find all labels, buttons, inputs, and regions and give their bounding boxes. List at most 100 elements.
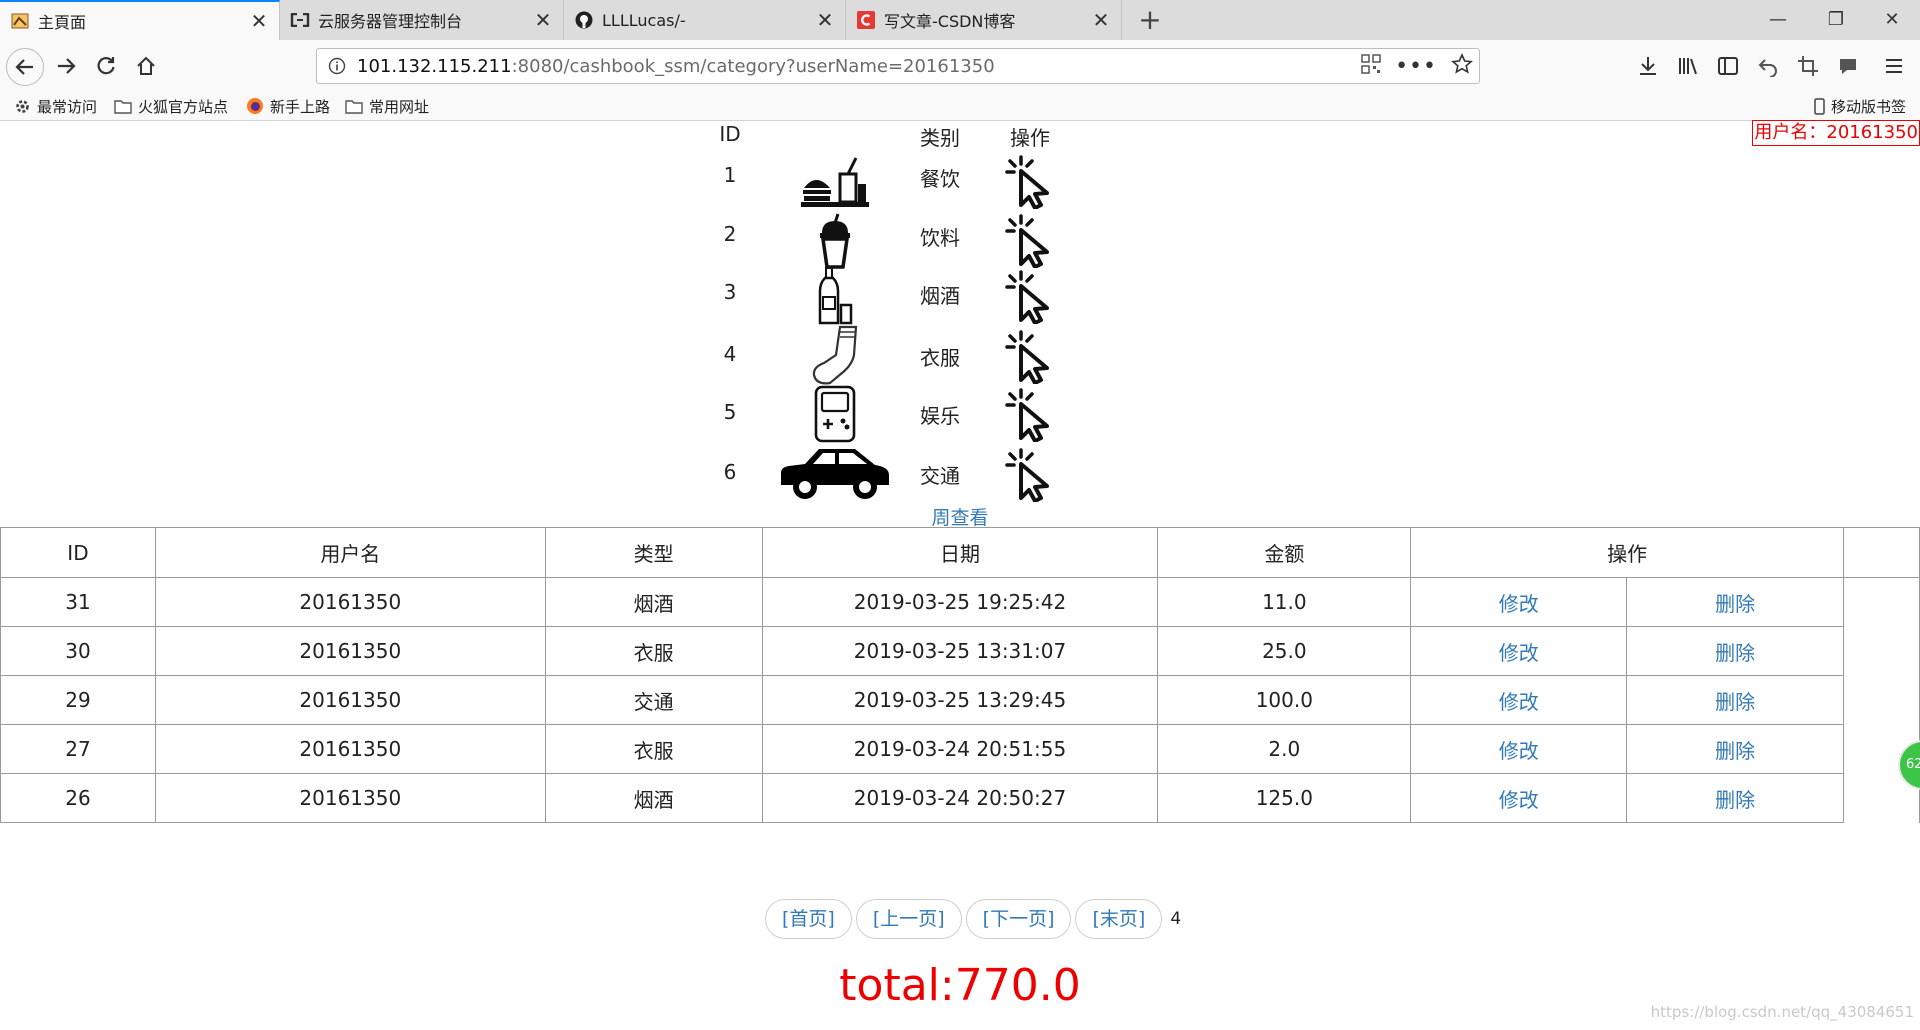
tab-csdn[interactable]: 写文章-CSDN博客 ✕ [846, 0, 1122, 40]
edit-link[interactable]: 修改 [1499, 592, 1539, 616]
close-icon[interactable]: ✕ [1091, 8, 1111, 32]
edit-link[interactable]: 修改 [1499, 788, 1539, 812]
back-button[interactable] [6, 48, 44, 86]
arrow-right-icon [58, 58, 76, 74]
category-header-op: 操作 [1010, 126, 1050, 150]
drink-cup-icon [775, 212, 895, 270]
tab-github[interactable]: LLLLucas/- ✕ [564, 0, 846, 40]
record-user: 20161350 [154, 626, 546, 676]
bookmark-common-sites[interactable]: 常用网址 [345, 92, 429, 120]
download-icon [1640, 57, 1656, 75]
chat-button[interactable] [1830, 48, 1866, 84]
close-icon[interactable]: ✕ [249, 9, 269, 33]
mobile-phone-icon [1814, 97, 1825, 115]
record-amount: 2.0 [1157, 724, 1412, 774]
url-host: 101.132.115.211 [357, 55, 512, 77]
bookmark-most-visited[interactable]: 最常访问 [14, 92, 97, 120]
record-type: 交通 [544, 675, 763, 725]
sidebar-button[interactable] [1710, 48, 1746, 84]
record-id: 29 [0, 675, 156, 725]
table-row: 31 20161350 烟酒 2019-03-25 19:25:42 11.0 … [0, 577, 1920, 823]
qrcode-icon[interactable] [1361, 53, 1381, 79]
hamburger-icon [1886, 59, 1902, 73]
category-action[interactable] [1000, 328, 1060, 386]
reload-button[interactable] [88, 48, 124, 84]
firefox-icon [247, 98, 263, 114]
category-action[interactable] [1000, 212, 1060, 270]
record-date: 2019-03-24 20:51:55 [761, 724, 1159, 774]
library-button[interactable] [1670, 48, 1706, 84]
bookmark-firefox-site[interactable]: 火狐官方站点 [114, 92, 228, 120]
delete-link[interactable]: 删除 [1715, 641, 1755, 665]
record-type: 烟酒 [544, 773, 763, 823]
url-path: :8080/cashbook_ssm/category?userName=201… [511, 55, 995, 77]
click-pointer-icon [1005, 388, 1049, 442]
first-page-button[interactable]: [首页] [765, 899, 852, 939]
category-name: 娱乐 [920, 404, 960, 428]
new-tab-button[interactable]: + [1130, 0, 1170, 40]
week-view-link[interactable]: 周查看 [900, 503, 1020, 530]
minimize-button[interactable]: — [1748, 0, 1808, 40]
watermark: https://blog.csdn.net/qq_43084651 [1650, 1003, 1914, 1021]
menu-button[interactable] [1876, 48, 1912, 84]
home-button[interactable] [128, 48, 164, 84]
mobile-bookmarks[interactable]: 移动版书签 [1814, 92, 1906, 120]
bookmark-label: 火狐官方站点 [138, 97, 229, 116]
category-name: 饮料 [920, 226, 960, 250]
bookmark-getting-started[interactable]: 新手上路 [246, 92, 330, 120]
prev-page-button[interactable]: [上一页] [855, 899, 962, 939]
category-id: 2 [723, 222, 737, 246]
category-name: 交通 [920, 464, 960, 488]
csdn-icon [856, 10, 876, 30]
delete-link[interactable]: 删除 [1715, 690, 1755, 714]
click-pointer-icon [1005, 330, 1049, 384]
record-user: 20161350 [154, 577, 546, 627]
record-date: 2019-03-25 13:31:07 [761, 626, 1159, 676]
record-amount: 11.0 [1157, 577, 1412, 627]
more-icon[interactable]: ••• [1395, 54, 1437, 79]
tab-home[interactable]: 主頁面 ✕ [0, 0, 280, 40]
record-date: 2019-03-25 19:25:42 [761, 577, 1159, 627]
category-action[interactable] [1000, 268, 1060, 326]
fastfood-icon [775, 153, 895, 211]
close-icon[interactable]: ✕ [815, 8, 835, 32]
next-page-button[interactable]: [下一页] [965, 899, 1072, 939]
category-action[interactable] [1000, 446, 1060, 504]
info-icon[interactable] [317, 49, 357, 83]
download-button[interactable] [1630, 48, 1666, 84]
page-icon [10, 11, 30, 31]
record-amount: 100.0 [1157, 675, 1412, 725]
edit-link[interactable]: 修改 [1499, 690, 1539, 714]
record-id: 27 [0, 724, 156, 774]
window-close-button[interactable]: ✕ [1862, 0, 1920, 40]
click-pointer-icon [1005, 214, 1049, 268]
click-pointer-icon [1005, 270, 1049, 324]
record-id: 31 [0, 577, 156, 627]
category-row: 3 烟酒 [700, 266, 1080, 326]
edit-link[interactable]: 修改 [1499, 641, 1539, 665]
screenshot-button[interactable] [1790, 48, 1826, 84]
column-header-user: 用户名 [154, 527, 546, 578]
star-icon[interactable] [1451, 52, 1473, 80]
delete-link[interactable]: 删除 [1715, 592, 1755, 616]
category-action[interactable] [1000, 153, 1060, 211]
tab-aliyun[interactable]: 云服务器管理控制台 ✕ [280, 0, 564, 40]
category-action[interactable] [1000, 386, 1060, 444]
user-name-label: 用户名：20161350 [1752, 120, 1920, 146]
forward-button[interactable] [48, 48, 84, 84]
category-name: 烟酒 [920, 284, 960, 308]
restore-button[interactable]: ❐ [1806, 0, 1866, 40]
undo-button[interactable] [1750, 48, 1786, 84]
edit-link[interactable]: 修改 [1499, 739, 1539, 763]
bookmark-label: 新手上路 [270, 97, 331, 116]
record-type: 衣服 [544, 626, 763, 676]
tab-title: 主頁面 [38, 13, 87, 32]
delete-link[interactable]: 删除 [1715, 788, 1755, 812]
table-row: 26 20161350 烟酒 2019-03-24 20:50:27 125.0… [0, 773, 1920, 823]
record-id: 26 [0, 773, 156, 823]
record-type: 烟酒 [544, 577, 763, 627]
close-icon[interactable]: ✕ [533, 8, 553, 32]
address-bar[interactable]: 101.132.115.211:8080/cashbook_ssm/catego… [316, 48, 1480, 84]
last-page-button[interactable]: [末页] [1075, 899, 1163, 939]
delete-link[interactable]: 删除 [1715, 739, 1755, 763]
